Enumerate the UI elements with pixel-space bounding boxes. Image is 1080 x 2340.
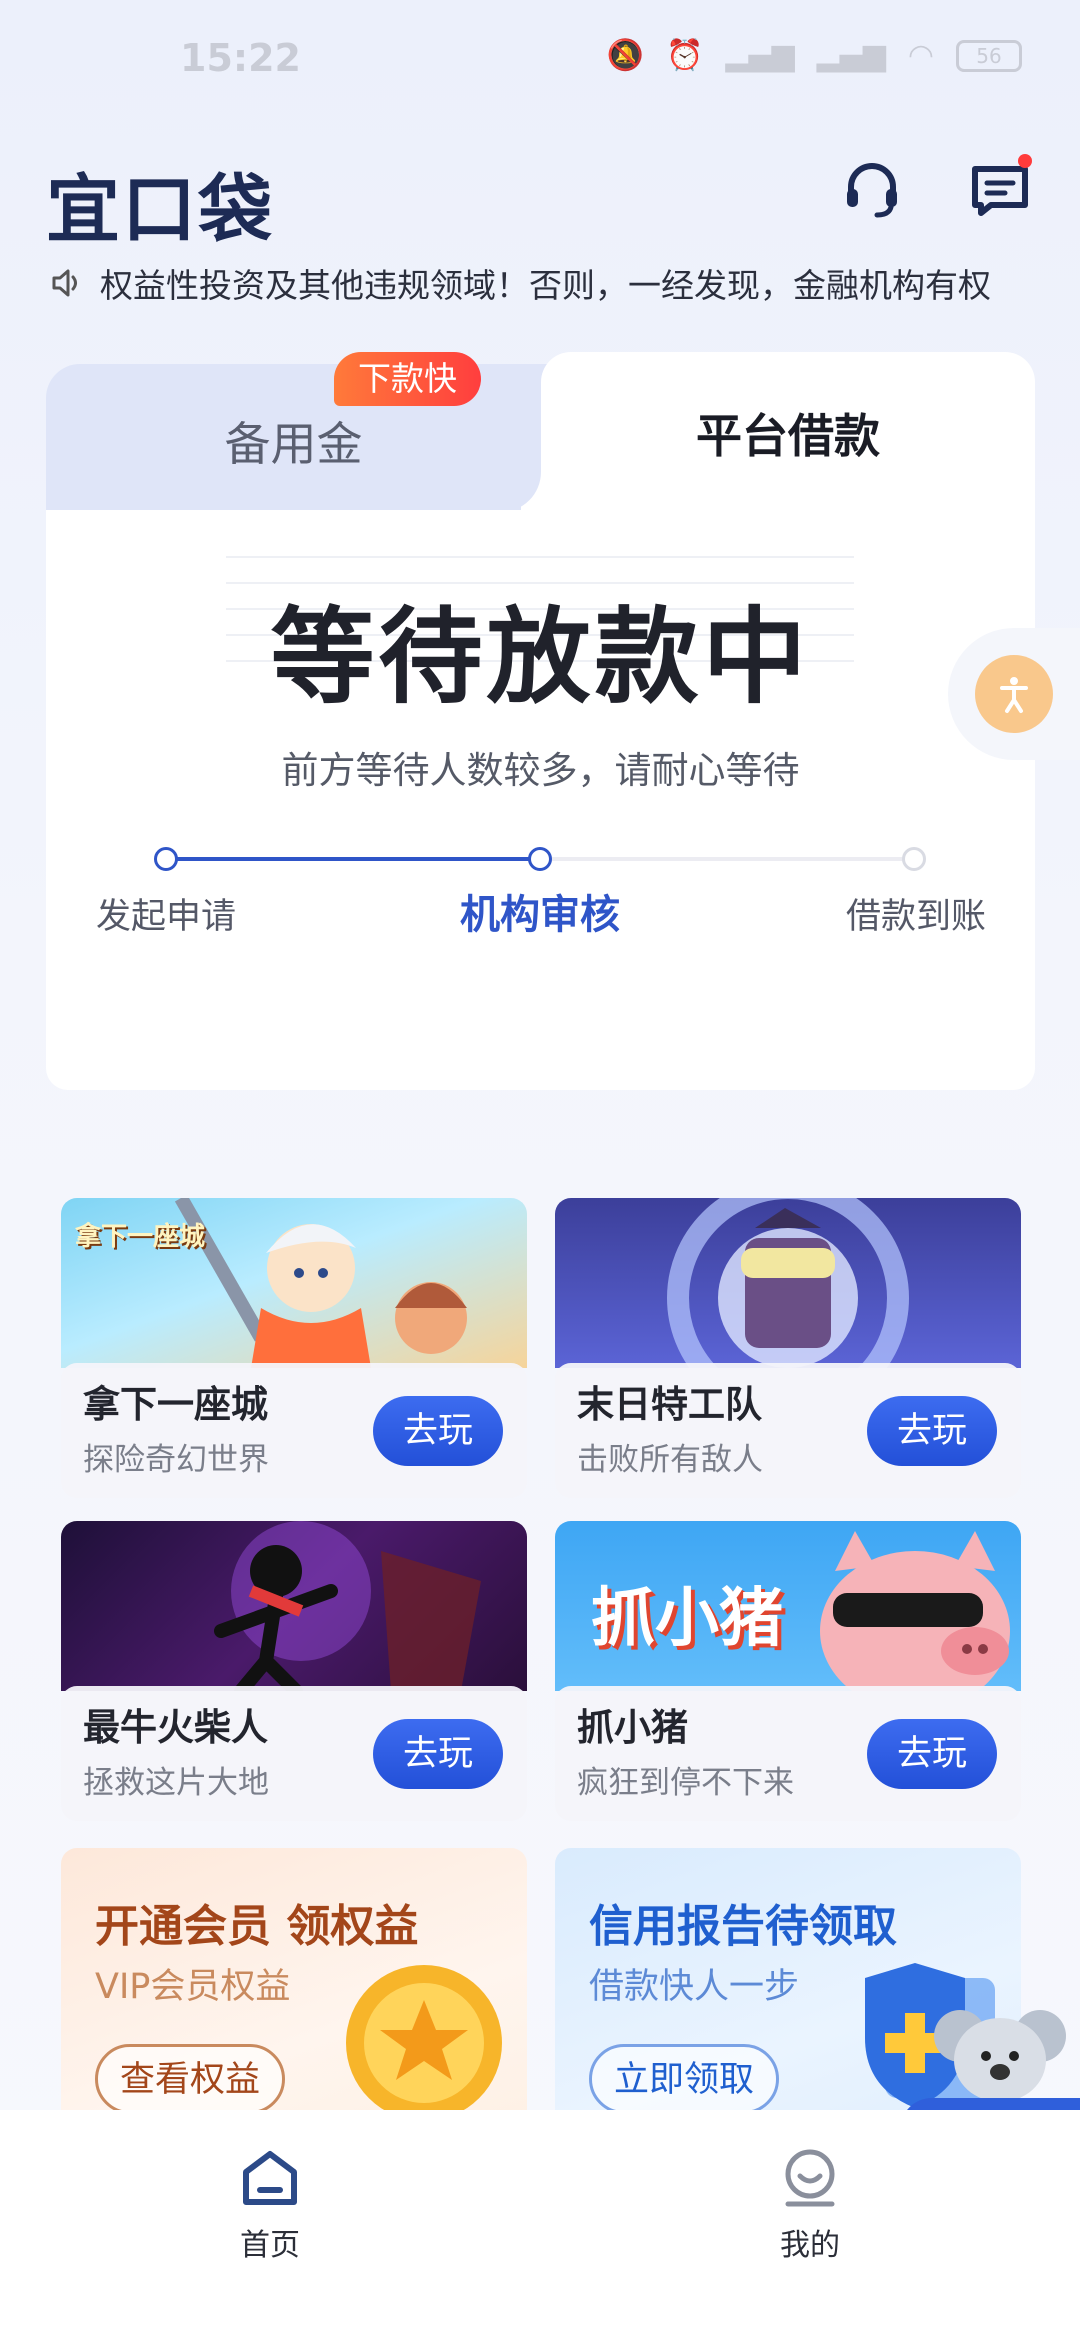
step-node-apply	[154, 847, 178, 871]
game-title-2: 末日特工队	[577, 1383, 762, 1426]
game-art-1: 拿下一座城	[61, 1198, 527, 1368]
tab-backup-fund-label: 备用金	[224, 417, 363, 471]
alarm-icon: ⏰	[666, 38, 704, 73]
game-title-3: 最牛火柴人	[83, 1706, 268, 1749]
game-card-2[interactable]: 末日特工队 击败所有敌人 去玩	[555, 1198, 1021, 1498]
nav-home[interactable]: 首页	[180, 2146, 360, 2306]
unread-dot	[1018, 154, 1032, 168]
game-title-4: 抓小猪	[577, 1706, 688, 1749]
game-subtitle-3: 拯救这片大地	[83, 1765, 269, 1801]
status-icons: 🔕 ⏰ ▂▄▆ ▂▄▆ ◠ 56	[607, 38, 1022, 73]
step-node-review	[528, 847, 552, 871]
game-art-text-1: 拿下一座城	[75, 1222, 206, 1252]
profile-icon	[785, 2149, 835, 2207]
headset-icon	[847, 163, 897, 218]
wifi-icon: ◠	[907, 38, 934, 73]
game-illustration-2	[667, 1198, 909, 1419]
game-art-text-4: 抓小猪	[591, 1582, 783, 1656]
game-subtitle-2: 击败所有敌人	[577, 1442, 763, 1478]
vip-promo-title: 开通会员 领权益	[95, 1901, 419, 1952]
loan-status-title: 等待放款中	[270, 596, 811, 718]
vip-promo-card[interactable]: 开通会员 领权益 VIP会员权益 查看权益	[61, 1848, 527, 2148]
game-art-2	[555, 1198, 1021, 1419]
battery-icon: 56	[956, 39, 1022, 72]
step-label-arrival: 借款到账	[846, 897, 987, 937]
mute-icon: 🔕	[606, 38, 645, 73]
game-art-3	[61, 1521, 527, 1698]
speaker-icon	[52, 269, 77, 297]
accessibility-icon	[1000, 677, 1028, 713]
fast-loan-badge: 下款快	[334, 352, 481, 406]
game-subtitle-1: 探险奇幻世界	[83, 1442, 269, 1478]
step-label-review: 机构审核	[460, 892, 620, 938]
message-button[interactable]	[960, 150, 1040, 230]
game-card-4[interactable]: 抓小猪 抓小猪 疯狂到停不下来 去玩	[555, 1521, 1021, 1821]
play-button-2[interactable]: 去玩	[867, 1396, 997, 1466]
customer-service-button[interactable]	[832, 150, 912, 230]
play-button-1[interactable]: 去玩	[373, 1396, 503, 1466]
game-card-1[interactable]: 拿下一座城 拿下一座城 探险奇幻世界 去玩	[61, 1198, 527, 1498]
nav-home-label: 首页	[240, 2228, 300, 2263]
loan-status-subtitle: 前方等待人数较多，请耐心等待	[281, 749, 800, 792]
game-card-3[interactable]: 最牛火柴人 拯救这片大地 去玩	[61, 1521, 527, 1821]
step-node-arrival	[902, 847, 926, 871]
game-subtitle-4: 疯狂到停不下来	[577, 1765, 794, 1801]
credit-report-subtitle: 借款快人一步	[589, 1967, 800, 2007]
vip-promo-subtitle: VIP会员权益	[95, 1967, 291, 2007]
accessibility-button[interactable]	[975, 655, 1053, 733]
signal-icon: ▂▄▆	[725, 38, 795, 73]
app-logo: 宜口袋	[46, 167, 274, 253]
step-label-apply: 发起申请	[96, 897, 237, 937]
nav-mine-label: 我的	[780, 2228, 840, 2263]
bottom-nav: 首页 我的	[0, 2110, 1080, 2340]
claim-now-button[interactable]: 立即领取	[589, 2044, 780, 2114]
nav-mine[interactable]: 我的	[720, 2146, 900, 2306]
game-illustration-3	[214, 1521, 481, 1698]
view-benefits-button[interactable]: 查看权益	[95, 2044, 286, 2114]
play-button-3[interactable]: 去玩	[373, 1719, 503, 1789]
message-icon	[972, 166, 1028, 216]
notice-text: 权益性投资及其他违规领域！否则，一经发现，金融机构有权	[100, 266, 991, 305]
progress-fill	[166, 857, 540, 861]
coin-icon	[346, 1965, 502, 2121]
signal-icon-2: ▂▄▆	[816, 38, 886, 73]
koala-icon	[934, 2010, 1066, 2102]
notice-bar[interactable]: 权益性投资及其他违规领域！否则，一经发现，金融机构有权	[50, 258, 1040, 308]
credit-report-title: 信用报告待领取	[589, 1901, 897, 1952]
status-bar: 15:22 🔕 ⏰ ▂▄▆ ▂▄▆ ◠ 56	[0, 0, 1080, 120]
play-button-4[interactable]: 去玩	[867, 1719, 997, 1789]
status-time: 15:22	[180, 36, 301, 80]
game-title-1: 拿下一座城	[83, 1383, 268, 1426]
game-art-4: 抓小猪	[555, 1521, 1021, 1711]
tab-platform-loan-label: 平台借款	[696, 409, 880, 463]
home-icon	[243, 2151, 297, 2205]
